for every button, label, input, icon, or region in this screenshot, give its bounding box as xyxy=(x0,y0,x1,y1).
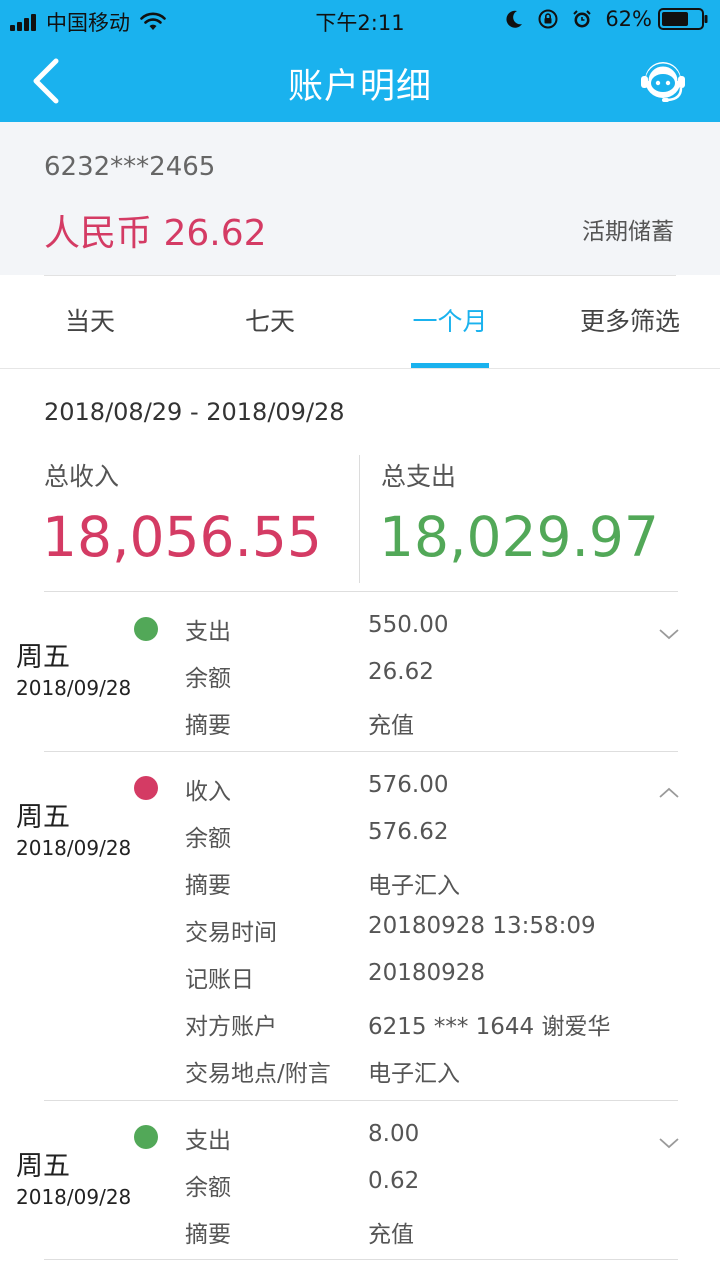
account-panel: 6232***2465 人民币 26.62 活期储蓄 xyxy=(0,122,720,275)
transaction-row: 余额 576.62 xyxy=(0,819,720,866)
row-value: 0.62 xyxy=(368,1168,420,1194)
transaction-row: 摘要 电子汇入 xyxy=(0,866,720,913)
customer-service-icon[interactable] xyxy=(636,55,690,109)
income-label: 总收入 xyxy=(44,462,120,491)
transaction-item[interactable]: 周五 2018/09/28 收入 576.00 余额 576.62 摘要 电子汇… xyxy=(0,751,720,1100)
row-value: 电子汇入 xyxy=(368,1061,460,1087)
row-label: 交易时间 xyxy=(185,920,277,946)
date-range: 2018/08/29 - 2018/09/28 xyxy=(44,398,345,426)
alarm-icon xyxy=(573,10,592,28)
chevron-up-icon[interactable] xyxy=(658,786,680,800)
row-label: 余额 xyxy=(185,826,231,852)
row-label: 摘要 xyxy=(185,873,231,899)
row-label: 交易地点/附言 xyxy=(185,1061,331,1087)
row-label: 对方账户 xyxy=(185,1014,277,1040)
transaction-row: 收入 576.00 xyxy=(0,772,720,819)
period-tabs: 当天 七天 一个月 更多筛选 xyxy=(0,275,720,369)
divider xyxy=(44,751,678,752)
battery-percent: 62% xyxy=(605,7,652,31)
status-right: 62% xyxy=(503,7,708,31)
tab-today[interactable]: 当天 xyxy=(0,275,180,369)
expense-total: 18,029.97 xyxy=(379,505,659,569)
transaction-row: 摘要 充值 xyxy=(0,1215,720,1262)
tab-one-month[interactable]: 一个月 xyxy=(360,275,540,369)
rotation-lock-icon xyxy=(538,9,558,29)
row-label: 记账日 xyxy=(185,967,254,993)
nav-bar: 账户明细 xyxy=(0,40,720,122)
row-label: 余额 xyxy=(185,666,231,692)
tab-more-filters[interactable]: 更多筛选 xyxy=(540,275,720,369)
transaction-row: 余额 26.62 xyxy=(0,659,720,706)
income-total: 18,056.55 xyxy=(42,505,322,569)
row-label: 摘要 xyxy=(185,713,231,739)
row-value: 576.62 xyxy=(368,819,449,845)
transaction-row: 余额 0.62 xyxy=(0,1168,720,1215)
expense-label: 总支出 xyxy=(381,462,457,491)
account-number: 6232***2465 xyxy=(44,152,216,182)
row-value: 6215 *** 1644 谢爱华 xyxy=(368,1014,611,1040)
divider xyxy=(44,1100,678,1101)
transaction-row: 支出 550.00 xyxy=(0,612,720,659)
transaction-row: 摘要 充值 xyxy=(0,706,720,753)
account-balance: 人民币 26.62 xyxy=(44,213,267,254)
row-amount: 550.00 xyxy=(368,612,449,638)
row-label: 支出 xyxy=(185,619,231,645)
summary-divider xyxy=(359,455,360,583)
status-bar: 中国移动 下午2:11 62% xyxy=(0,0,720,40)
chevron-down-icon[interactable] xyxy=(658,1136,680,1150)
chevron-down-icon[interactable] xyxy=(658,627,680,641)
divider xyxy=(44,591,678,592)
row-value: 充值 xyxy=(368,1222,414,1248)
transaction-row: 交易地点/附言 电子汇入 xyxy=(0,1054,720,1101)
row-label: 摘要 xyxy=(185,1222,231,1248)
row-label: 收入 xyxy=(185,779,231,805)
row-value: 20180928 13:58:09 xyxy=(368,913,596,939)
moon-icon xyxy=(506,10,523,28)
transaction-row: 交易时间 20180928 13:58:09 xyxy=(0,913,720,960)
account-type: 活期储蓄 xyxy=(582,219,674,245)
active-tab-indicator xyxy=(411,363,489,368)
row-label: 余额 xyxy=(185,1175,231,1201)
row-value: 充值 xyxy=(368,713,414,739)
transaction-row: 记账日 20180928 xyxy=(0,960,720,1007)
transaction-row: 支出 8.00 xyxy=(0,1121,720,1168)
divider xyxy=(44,1259,678,1260)
row-value: 20180928 xyxy=(368,960,486,986)
row-value: 电子汇入 xyxy=(368,873,460,899)
battery-icon xyxy=(658,8,708,30)
transaction-row: 对方账户 6215 *** 1644 谢爱华 xyxy=(0,1007,720,1054)
row-amount: 8.00 xyxy=(368,1121,420,1147)
tab-seven-days[interactable]: 七天 xyxy=(180,275,360,369)
transaction-item[interactable]: 周五 2018/09/28 支出 550.00 余额 26.62 摘要 充值 xyxy=(0,591,720,751)
row-amount: 576.00 xyxy=(368,772,449,798)
page-title: 账户明细 xyxy=(287,67,432,107)
row-label: 支出 xyxy=(185,1128,231,1154)
summary-panel: 总收入 18,056.55 总支出 18,029.97 xyxy=(0,455,720,585)
transaction-item[interactable]: 周五 2018/09/28 支出 8.00 余额 0.62 摘要 充值 xyxy=(0,1100,720,1260)
row-value: 26.62 xyxy=(368,659,434,685)
